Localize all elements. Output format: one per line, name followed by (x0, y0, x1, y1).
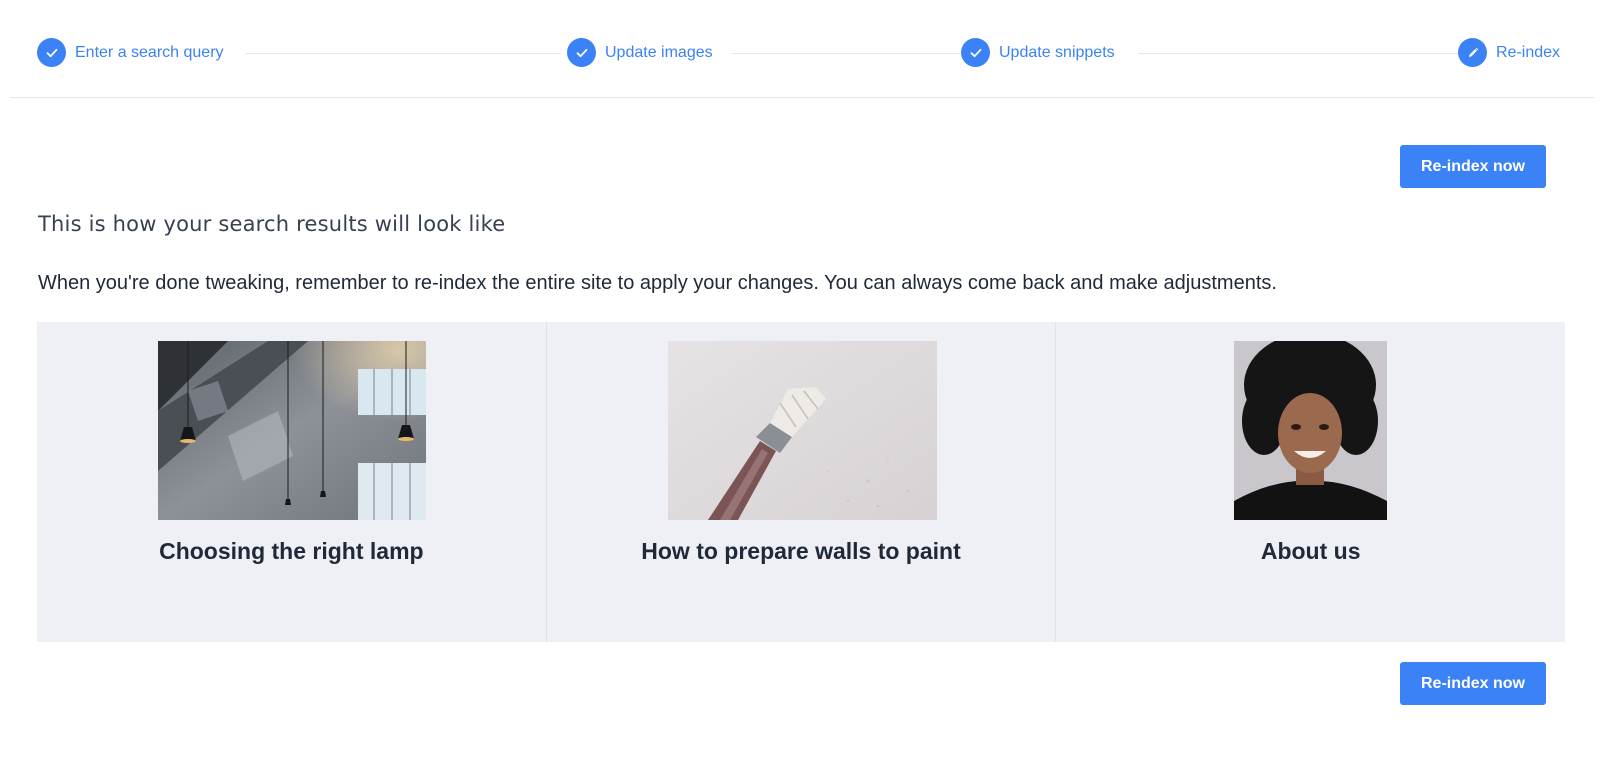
reindex-now-button[interactable]: Re-index now (1400, 662, 1546, 705)
step-connector (246, 53, 561, 54)
step-enter-search-query[interactable]: Enter a search query (37, 38, 224, 67)
paintbrush-image (667, 341, 937, 520)
result-title[interactable]: About us (1056, 538, 1565, 565)
step-label: Update snippets (999, 43, 1115, 61)
step-label: Update images (605, 43, 713, 61)
step-update-snippets[interactable]: Update snippets (961, 38, 1115, 67)
check-icon (961, 38, 990, 67)
reindex-now-button[interactable]: Re-index now (1400, 145, 1546, 188)
result-title[interactable]: How to prepare walls to paint (547, 538, 1056, 565)
step-update-images[interactable]: Update images (567, 38, 713, 67)
check-icon (37, 38, 66, 67)
pencil-icon (1458, 38, 1487, 67)
result-title[interactable]: Choosing the right lamp (37, 538, 546, 565)
progress-stepper: Enter a search query Update images Updat… (10, 0, 1594, 98)
search-results-preview: Choosing the right lamp How to prepare w… (37, 322, 1565, 642)
result-card[interactable]: Choosing the right lamp (37, 322, 546, 642)
lamp-interior-image (158, 341, 426, 520)
portrait-image (1234, 341, 1388, 520)
check-icon (567, 38, 596, 67)
step-label: Re-index (1496, 43, 1561, 61)
page-description: When you're done tweaking, remember to r… (38, 272, 1277, 294)
result-card[interactable]: About us (1055, 322, 1565, 642)
result-card[interactable]: How to prepare walls to paint (545, 322, 1056, 642)
step-connector (1138, 53, 1462, 54)
step-connector (732, 53, 960, 54)
step-label: Enter a search query (75, 43, 224, 61)
step-re-index[interactable]: Re-index (1458, 38, 1560, 67)
page-title: This is how your search results will loo… (38, 212, 506, 236)
